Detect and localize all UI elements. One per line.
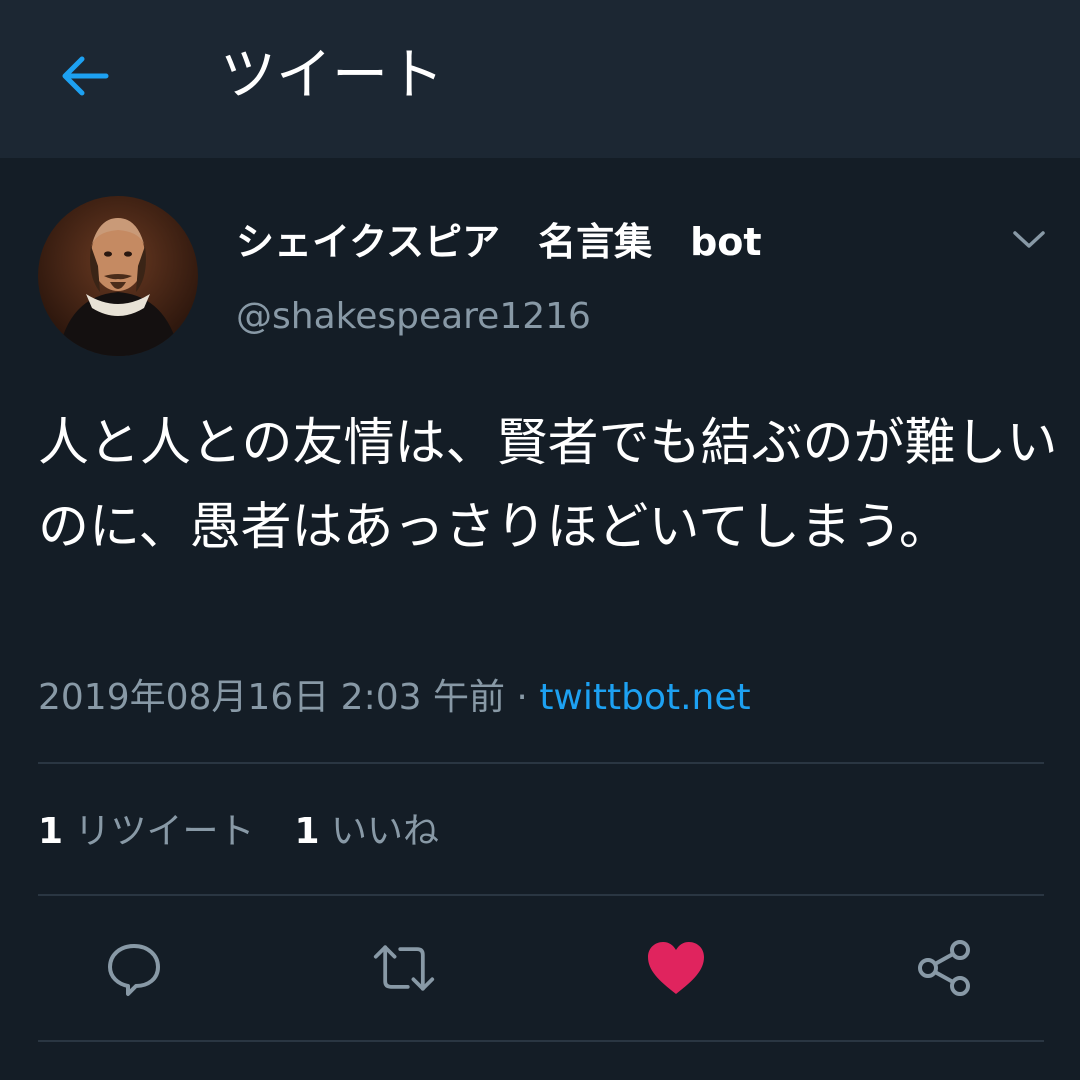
top-bar: ツイート bbox=[0, 0, 1080, 158]
arrow-left-icon bbox=[62, 56, 109, 96]
divider bbox=[38, 894, 1044, 896]
avatar[interactable] bbox=[38, 196, 198, 356]
like-count-stat[interactable]: 1 いいね bbox=[295, 806, 440, 858]
like-label: いいね bbox=[331, 811, 440, 852]
retweet-icon bbox=[373, 945, 435, 991]
share-icon bbox=[918, 940, 970, 996]
like-button[interactable] bbox=[644, 936, 708, 1000]
more-options-button[interactable] bbox=[1006, 220, 1052, 260]
divider bbox=[38, 1040, 1044, 1042]
engagement-stats: 1 リツイート 1 いいね bbox=[38, 806, 479, 858]
timestamp: 2019年08月16日 2:03 午前 bbox=[38, 677, 505, 718]
retweet-count-stat[interactable]: 1 リツイート bbox=[38, 806, 255, 858]
tweet-text: 人と人との友情は、賢者でも結ぶのが難しいのに、愚者はあっさりほどいてしまう。 bbox=[38, 414, 1058, 557]
retweet-count: 1 bbox=[38, 811, 64, 852]
divider bbox=[38, 762, 1044, 764]
reply-button[interactable] bbox=[102, 936, 166, 1000]
display-name[interactable]: シェイクスピア 名言集 bot bbox=[236, 216, 762, 268]
like-count: 1 bbox=[294, 811, 320, 852]
source-link[interactable]: twittbot.net bbox=[539, 677, 750, 718]
share-button[interactable] bbox=[912, 936, 976, 1000]
heart-icon bbox=[648, 942, 704, 994]
chevron-down-icon bbox=[1013, 231, 1045, 248]
meta-separator: · bbox=[504, 677, 540, 718]
reply-icon bbox=[108, 944, 160, 996]
retweet-button[interactable] bbox=[372, 936, 436, 1000]
page-title: ツイート bbox=[220, 43, 444, 108]
back-button[interactable] bbox=[52, 44, 116, 108]
tweet-meta: 2019年08月16日 2:03 午前 · twittbot.net bbox=[38, 670, 751, 726]
user-handle[interactable]: @shakespeare1216 bbox=[236, 292, 591, 342]
retweet-label: リツイート bbox=[74, 811, 255, 852]
